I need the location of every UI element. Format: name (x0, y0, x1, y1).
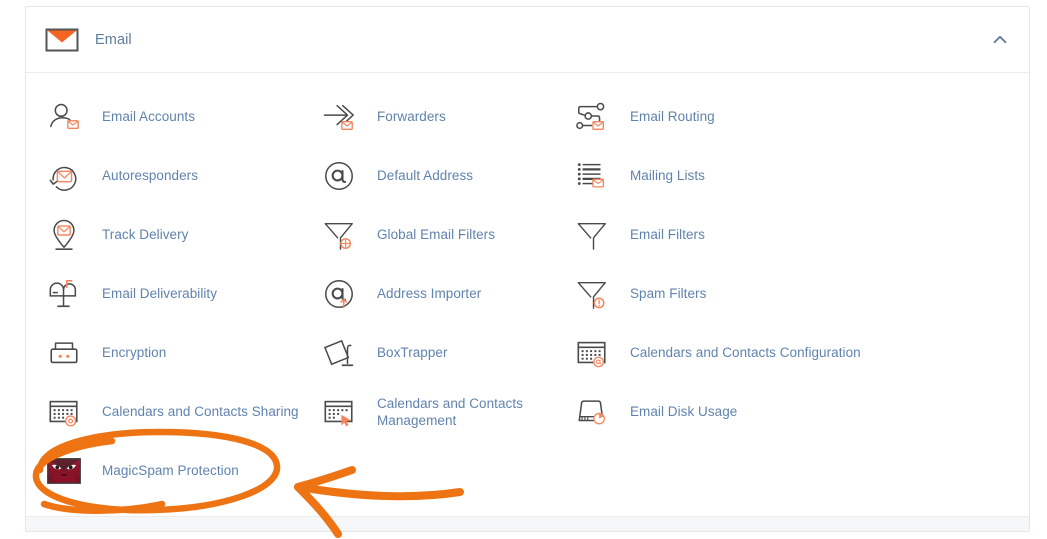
tool-autoresponders[interactable]: Autoresponders (26, 146, 301, 205)
tool-email-filters[interactable]: Email Filters (554, 205, 1031, 264)
envelope-icon (43, 25, 81, 55)
email-section-body: Email Accounts Forwarders Email Routing … (26, 73, 1029, 516)
grid-spacer (554, 441, 1031, 500)
tool-magicspam-protection[interactable]: MagicSpam Protection (26, 441, 301, 500)
user-envelope-icon (46, 99, 82, 135)
email-section-card: Email Email Accounts Forwarders Email Ro… (25, 6, 1030, 532)
at-sign-circle-icon (321, 158, 357, 194)
tool-mailing-lists[interactable]: Mailing Lists (554, 146, 1031, 205)
tool-label: Email Deliverability (102, 286, 218, 301)
at-sign-upload-icon (321, 276, 357, 312)
tool-forwarders[interactable]: Forwarders (301, 87, 554, 146)
screen: Email Email Accounts Forwarders Email Ro… (0, 0, 1047, 539)
email-section-header[interactable]: Email (26, 7, 1029, 73)
tool-encryption[interactable]: Encryption (26, 323, 301, 382)
tool-global-email-filters[interactable]: Global Email Filters (301, 205, 554, 264)
tool-email-routing[interactable]: Email Routing (554, 87, 1031, 146)
tool-label: Forwarders (377, 109, 446, 124)
map-pin-envelope-icon (46, 217, 82, 253)
calendar-gear-icon (46, 394, 82, 430)
email-tools-grid: Email Accounts Forwarders Email Routing … (26, 87, 1029, 500)
tool-calendars-contacts-configuration[interactable]: Calendars and Contacts Configuration (554, 323, 1031, 382)
tool-label: Calendars and Contacts Management (377, 395, 523, 428)
funnel-globe-icon (321, 217, 357, 253)
circular-arrow-envelope-icon (46, 158, 82, 194)
arrow-forward-envelope-icon (321, 99, 357, 135)
tool-label: Email Filters (630, 227, 705, 242)
tool-label: Email Routing (630, 109, 715, 124)
tool-label: Calendars and Contacts Configuration (630, 345, 861, 360)
tool-label: Track Delivery (102, 227, 189, 242)
tool-track-delivery[interactable]: Track Delivery (26, 205, 301, 264)
grid-spacer (301, 441, 554, 500)
tool-email-disk-usage[interactable]: Email Disk Usage (554, 382, 1031, 441)
tool-label: Email Disk Usage (630, 404, 738, 419)
tool-calendars-contacts-management[interactable]: Calendars and Contacts Management (301, 382, 554, 441)
tool-label: Autoresponders (102, 168, 199, 183)
box-trap-icon (321, 335, 357, 371)
tool-label: Calendars and Contacts Sharing (102, 404, 299, 419)
mailbox-icon (46, 276, 82, 312)
calendar-cursor-icon (321, 394, 357, 430)
tool-spam-filters[interactable]: Spam Filters (554, 264, 1031, 323)
email-section-title: Email (95, 31, 132, 48)
tool-address-importer[interactable]: Address Importer (301, 264, 554, 323)
lock-icon (46, 335, 82, 371)
tool-default-address[interactable]: Default Address (301, 146, 554, 205)
tool-email-accounts[interactable]: Email Accounts (26, 87, 301, 146)
disk-pie-icon (574, 394, 610, 430)
tool-label: Email Accounts (102, 109, 195, 124)
funnel-icon (574, 217, 610, 253)
tool-calendars-contacts-sharing[interactable]: Calendars and Contacts Sharing (26, 382, 301, 441)
card-footer (26, 516, 1029, 531)
tool-label: Encryption (102, 345, 167, 360)
tool-label: BoxTrapper (377, 345, 448, 360)
tool-boxtrapper[interactable]: BoxTrapper (301, 323, 554, 382)
chevron-up-icon[interactable] (989, 29, 1011, 51)
tool-label: Address Importer (377, 286, 482, 301)
tool-label: Global Email Filters (377, 227, 496, 242)
list-envelope-icon (574, 158, 610, 194)
magicspam-angry-envelope-icon (46, 453, 82, 489)
calendar-at-icon (574, 335, 610, 371)
tool-email-deliverability[interactable]: Email Deliverability (26, 264, 301, 323)
tool-label: Mailing Lists (630, 168, 705, 183)
routing-nodes-envelope-icon (574, 99, 610, 135)
tool-label: Default Address (377, 168, 474, 183)
funnel-alert-icon (574, 276, 610, 312)
tool-label: Spam Filters (630, 286, 707, 301)
tool-label: MagicSpam Protection (102, 463, 239, 478)
